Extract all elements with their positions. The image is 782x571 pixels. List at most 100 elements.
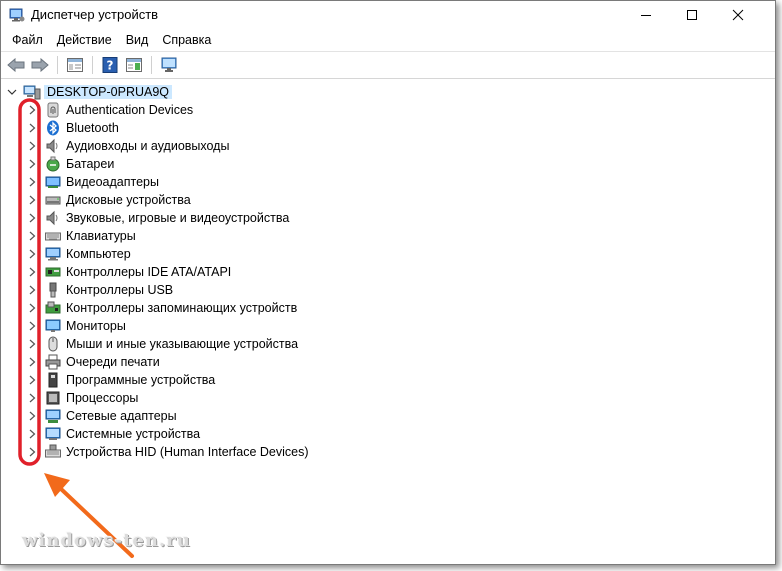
device-manager-window: Диспетчер устройств Файл Действие Вид Сп… <box>0 0 776 565</box>
menu-action[interactable]: Действие <box>50 33 119 47</box>
display-adapter-icon <box>45 174 61 190</box>
menu-view[interactable]: Вид <box>119 33 156 47</box>
chevron-right-icon[interactable] <box>27 191 37 209</box>
maximize-icon <box>687 10 697 20</box>
device-manager-app-icon <box>9 8 25 22</box>
mouse-icon <box>45 336 61 352</box>
disk-drive-icon <box>45 192 61 208</box>
software-device-icon <box>45 372 61 388</box>
forward-button[interactable] <box>29 55 51 75</box>
tree-item-label: Authentication Devices <box>66 103 194 117</box>
tree-item-label: Звуковые, игровые и видеоустройства <box>66 211 290 225</box>
back-button[interactable] <box>5 55 27 75</box>
watermark: windows-ten.ru <box>22 530 191 551</box>
chevron-right-icon[interactable] <box>27 119 37 137</box>
processor-icon <box>45 390 61 406</box>
tree-item[interactable]: Батареи <box>27 155 114 173</box>
tree-item[interactable]: Сетевые адаптеры <box>27 407 177 425</box>
chevron-right-icon[interactable] <box>27 101 37 119</box>
tree-item[interactable]: Контроллеры запоминающих устройств <box>27 299 297 317</box>
maximize-button[interactable] <box>669 1 715 29</box>
toolbar-separator <box>57 56 58 74</box>
tree-item-label: Очереди печати <box>66 355 160 369</box>
tree-item-label: Аудиовходы и аудиовыходы <box>66 139 230 153</box>
minimize-button[interactable] <box>623 1 669 29</box>
tree-item-label: Дисковые устройства <box>66 193 191 207</box>
tree-item[interactable]: Authentication Devices <box>27 101 193 119</box>
chevron-right-icon[interactable] <box>27 137 37 155</box>
device-tree: DESKTOP-0PRUA9Q Authentication Devices Bl… <box>1 79 775 564</box>
chevron-right-icon[interactable] <box>27 389 37 407</box>
tree-item[interactable]: Клавиатуры <box>27 227 136 245</box>
chevron-right-icon[interactable] <box>27 371 37 389</box>
toolbar: ? <box>1 51 775 79</box>
tree-item[interactable]: Контроллеры IDE ATA/ATAPI <box>27 263 231 281</box>
menu-file[interactable]: Файл <box>5 33 50 47</box>
properties-view-button[interactable] <box>64 55 86 75</box>
keyboard-icon <box>45 228 61 244</box>
tree-item-label: Мыши и иные указывающие устройства <box>66 337 299 351</box>
computer-icon <box>45 246 61 262</box>
network-adapter-icon <box>45 408 61 424</box>
toolbar-separator <box>92 56 93 74</box>
tree-item[interactable]: Контроллеры USB <box>27 281 173 299</box>
tree-item[interactable]: Bluetooth <box>27 119 119 137</box>
chevron-right-icon[interactable] <box>27 299 37 317</box>
tree-item-label: Контроллеры IDE ATA/ATAPI <box>66 265 232 279</box>
chevron-right-icon[interactable] <box>27 317 37 335</box>
storage-controller-icon <box>45 300 61 316</box>
chevron-right-icon[interactable] <box>27 407 37 425</box>
action-pane-button[interactable] <box>123 55 145 75</box>
chevron-right-icon[interactable] <box>27 443 37 461</box>
menu-help[interactable]: Справка <box>155 33 218 47</box>
tree-item[interactable]: Мыши и иные указывающие устройства <box>27 335 298 353</box>
tree-item-label: Мониторы <box>66 319 126 333</box>
tree-item-label: Программные устройства <box>66 373 216 387</box>
minimize-icon <box>641 15 651 16</box>
chevron-right-icon[interactable] <box>27 209 37 227</box>
battery-icon <box>45 156 61 172</box>
monitor-scan-icon <box>161 57 177 72</box>
tree-item[interactable]: Программные устройства <box>27 371 215 389</box>
help-button[interactable]: ? <box>99 55 121 75</box>
speaker-icon <box>45 138 61 154</box>
hid-icon <box>45 444 61 460</box>
tree-item[interactable]: Звуковые, игровые и видеоустройства <box>27 209 289 227</box>
tree-item[interactable]: Компьютер <box>27 245 131 263</box>
help-icon: ? <box>102 57 118 73</box>
tree-item[interactable]: Дисковые устройства <box>27 191 191 209</box>
chevron-right-icon[interactable] <box>27 155 37 173</box>
tree-item[interactable]: Аудиовходы и аудиовыходы <box>27 137 229 155</box>
chevron-right-icon[interactable] <box>27 425 37 443</box>
chevron-right-icon[interactable] <box>27 173 37 191</box>
tree-item[interactable]: Системные устройства <box>27 425 200 443</box>
tree-item[interactable]: Процессоры <box>27 389 138 407</box>
action-pane-icon <box>126 58 142 72</box>
tree-item-label: Процессоры <box>66 391 139 405</box>
chevron-right-icon[interactable] <box>27 245 37 263</box>
chevron-down-icon[interactable] <box>7 87 17 97</box>
chevron-right-icon[interactable] <box>27 227 37 245</box>
tree-item-label: Системные устройства <box>66 427 201 441</box>
tree-item-label: Сетевые адаптеры <box>66 409 177 423</box>
tree-item-label: Bluetooth <box>66 121 119 135</box>
close-icon <box>732 9 744 21</box>
tree-item[interactable]: Видеоадаптеры <box>27 173 159 191</box>
scan-hardware-button[interactable] <box>158 55 180 75</box>
chevron-right-icon[interactable] <box>27 263 37 281</box>
tree-item[interactable]: Очереди печати <box>27 353 160 371</box>
computer-name: DESKTOP-0PRUA9Q <box>44 85 173 99</box>
console-tree-icon <box>67 58 83 72</box>
tree-root[interactable]: DESKTOP-0PRUA9Q <box>7 83 173 101</box>
close-button[interactable] <box>715 1 761 29</box>
monitor-icon <box>45 318 61 334</box>
tree-item[interactable]: Мониторы <box>27 317 126 335</box>
chevron-right-icon[interactable] <box>27 281 37 299</box>
chevron-right-icon[interactable] <box>27 353 37 371</box>
arrow-right-icon <box>31 58 49 72</box>
arrow-left-icon <box>7 58 25 72</box>
svg-text:?: ? <box>107 59 114 73</box>
ide-controller-icon <box>45 264 61 280</box>
tree-item[interactable]: Устройства HID (Human Interface Devices) <box>27 443 309 461</box>
chevron-right-icon[interactable] <box>27 335 37 353</box>
